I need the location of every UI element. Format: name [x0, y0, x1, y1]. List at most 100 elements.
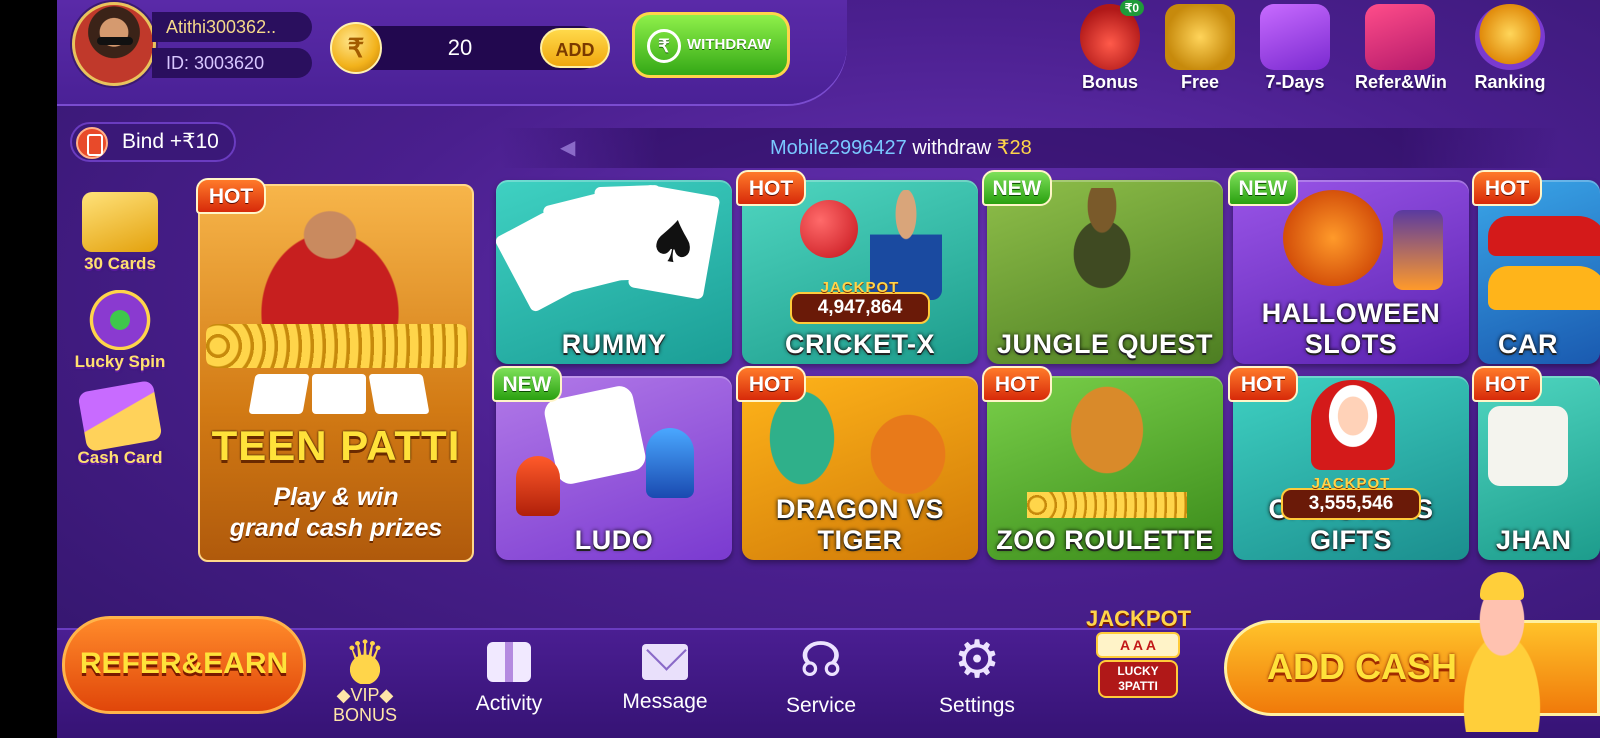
- game-tile-cricket-x[interactable]: 4,947,864 CRICKET-X: [742, 180, 978, 364]
- activity-label: Activity: [475, 692, 543, 715]
- explorer-art: [1047, 188, 1157, 308]
- nav-vip-bonus[interactable]: ◆VIP◆ BONUS: [310, 630, 420, 732]
- game-name: HALLOWEEN SLOTS: [1261, 298, 1441, 359]
- new-badge: NEW: [1228, 170, 1298, 206]
- game-tile-jungle-quest[interactable]: JUNGLE QUEST: [987, 180, 1223, 364]
- santa-art: [1311, 380, 1395, 470]
- treasure-chest-icon: [1365, 4, 1435, 70]
- game-tile-ludo[interactable]: LUDO: [496, 376, 732, 560]
- ranking-button[interactable]: Ranking: [1465, 4, 1555, 100]
- ticker-text: Mobile2996427 withdraw ₹28: [770, 128, 1032, 168]
- screen-bezel: [0, 0, 57, 738]
- game-lobby: Atithi300362.. ID: 3003620 ₹ 20 ADD ₹ WI…: [0, 0, 1600, 738]
- lucky-3patti-jackpot-button[interactable]: JACKPOT A A A LUCKY 3PATTI: [1086, 606, 1192, 710]
- nav-service[interactable]: Service: [766, 632, 876, 732]
- game-name: JHAN: [1496, 525, 1572, 555]
- game-name: CRICKET-X: [784, 329, 935, 359]
- vip-label: ◆VIP◆: [336, 685, 394, 705]
- trophy-icon: [1475, 4, 1545, 70]
- game-tile-zoo-roulette[interactable]: ZOO ROULETTE: [987, 376, 1223, 560]
- bind-label: Bind +₹10: [122, 130, 219, 153]
- seven-days-label: 7-Days: [1265, 72, 1325, 92]
- game-tile-christmas-gifts[interactable]: 3,555,546 CHRISTMAS GIFTS: [1233, 376, 1469, 560]
- withdraw-ticker: ◀ Mobile2996427 withdraw ₹28: [500, 128, 1560, 168]
- seven-days-button[interactable]: 7-Days: [1250, 4, 1340, 100]
- gift-box-icon: [1260, 4, 1330, 70]
- aaa-cards-icon: A A A: [1096, 632, 1180, 658]
- nav-settings[interactable]: Settings: [922, 630, 1032, 732]
- hot-badge: HOT: [982, 366, 1052, 402]
- game-tile-dragon-vs-tiger[interactable]: DRAGON VS TIGER: [742, 376, 978, 560]
- add-balance-button[interactable]: ADD: [540, 28, 610, 68]
- new-badge: NEW: [492, 366, 562, 402]
- teen-patti-subtitle: Play & win grand cash prizes: [200, 482, 472, 544]
- game-name: LUDO: [574, 525, 654, 555]
- side-lucky-spin[interactable]: Lucky Spin: [72, 290, 168, 380]
- hot-badge: HOT: [736, 366, 806, 402]
- ticker-amount: ₹28: [996, 137, 1032, 159]
- side-cash-card[interactable]: Cash Card: [72, 379, 168, 476]
- jackpot-counter: 4,947,864: [790, 292, 930, 324]
- jackpot-label: JACKPOT: [1086, 606, 1192, 631]
- hot-badge: HOT: [1472, 366, 1542, 402]
- game-tile-jhandi-munda[interactable]: JHAN: [1478, 376, 1600, 560]
- ranking-label: Ranking: [1474, 72, 1546, 92]
- username: Atithi300362..: [152, 12, 312, 42]
- spin-wheel-icon: [82, 290, 158, 350]
- cash-card-icon: [77, 379, 163, 453]
- free-label: Free: [1180, 72, 1220, 92]
- rupee-coin-icon: ₹: [330, 22, 382, 74]
- red-pawn-icon: [516, 456, 560, 516]
- hot-badge: HOT: [196, 178, 266, 214]
- bonus-button[interactable]: ₹0 Bonus: [1065, 0, 1155, 100]
- game-name: CAR: [1498, 329, 1558, 359]
- gold-coins-art: [1027, 492, 1187, 518]
- lucky-3patti-label: LUCKY 3PATTI: [1098, 660, 1178, 698]
- avatar[interactable]: [72, 2, 156, 86]
- service-label: Service: [785, 694, 857, 717]
- nav-message[interactable]: Message: [610, 636, 720, 732]
- celebrity-art: [230, 196, 430, 326]
- teen-patti-subtitle-line1: Play & win: [273, 483, 399, 511]
- phone-icon: [76, 127, 108, 159]
- refer-win-button[interactable]: Refer&Win: [1355, 4, 1447, 100]
- game-name: RUMMY: [561, 329, 667, 359]
- hot-badge: HOT: [1472, 170, 1542, 206]
- pumpkin-icon: [1283, 190, 1383, 286]
- lantern-icon: [1393, 210, 1443, 290]
- dragon-art: [752, 390, 852, 510]
- withdraw-icon: ₹: [647, 29, 681, 63]
- side-cash-card-label: Cash Card: [77, 448, 163, 467]
- card-icon: [312, 374, 366, 414]
- withdraw-button[interactable]: ₹ WITHDRAW: [632, 12, 790, 78]
- bind-phone-button[interactable]: Bind +₹10: [70, 122, 236, 162]
- game-name: DRAGON VS TIGER: [775, 494, 945, 555]
- settings-label: Settings: [939, 694, 1015, 717]
- hot-badge: HOT: [736, 170, 806, 206]
- card-icon: [368, 374, 430, 414]
- bonus-amount-badge: ₹0: [1119, 0, 1144, 16]
- speaker-icon: ◀: [560, 137, 576, 159]
- game-tile-car[interactable]: CAR: [1478, 180, 1600, 364]
- blue-pawn-icon: [646, 428, 694, 498]
- teen-patti-tile[interactable]: TEEN PATTI Play & win grand cash prizes: [198, 184, 474, 562]
- gear-icon: [951, 630, 1003, 690]
- bonus-label: Bonus: [1082, 72, 1138, 92]
- bonus-pot-icon: ₹0: [1080, 0, 1144, 70]
- game-name: ZOO ROULETTE: [996, 525, 1214, 555]
- game-tile-halloween-slots[interactable]: HALLOWEEN SLOTS: [1233, 180, 1469, 364]
- gift-icon: [487, 642, 531, 682]
- refer-earn-button[interactable]: REFER&EARN: [62, 616, 306, 714]
- jackpot-counter: 3,555,546: [1281, 488, 1421, 520]
- teen-patti-title: TEEN PATTI: [211, 422, 461, 469]
- side-30-cards[interactable]: 30 Cards: [72, 192, 168, 282]
- new-badge: NEW: [982, 170, 1052, 206]
- nav-activity[interactable]: Activity: [454, 636, 564, 732]
- cards-icon: [82, 192, 158, 252]
- vip-bonus-label: BONUS: [332, 705, 397, 725]
- free-button[interactable]: Free: [1155, 4, 1245, 100]
- message-label: Message: [622, 690, 708, 713]
- game-tile-rummy[interactable]: ♠ RUMMY: [496, 180, 732, 364]
- top-icons: ₹0 Bonus Free 7-Days Refer&Win Ranking: [1075, 0, 1600, 100]
- dice-icon: [1488, 406, 1568, 486]
